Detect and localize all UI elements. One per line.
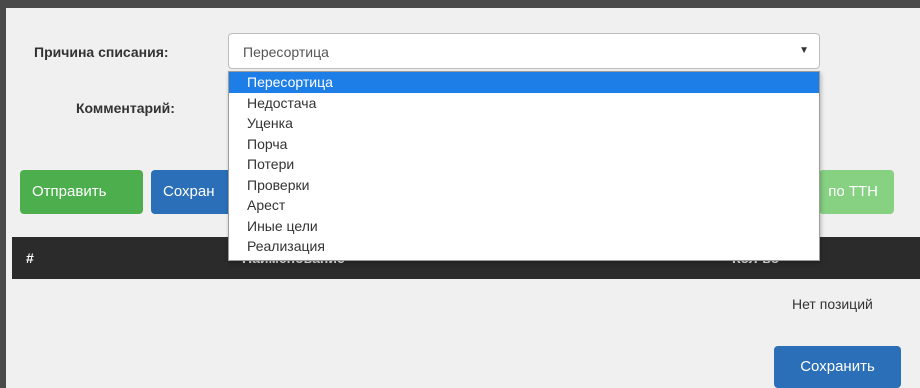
dropdown-option[interactable]: Порча (229, 134, 819, 155)
send-button[interactable]: Отправить (20, 170, 143, 214)
reason-dropdown-list[interactable]: Пересортица Недостача Уценка Порча Потер… (228, 71, 820, 261)
dropdown-option[interactable]: Иные цели (229, 216, 819, 237)
chevron-down-icon: ▼ (799, 45, 809, 56)
dropdown-option[interactable]: Реализация (229, 236, 819, 257)
dropdown-option[interactable]: Пересортица (229, 72, 819, 93)
dropdown-option[interactable]: Потери (229, 154, 819, 175)
reason-select-value: Пересортица (243, 44, 329, 60)
write-off-form-panel: Причина списания: Комментарий: Пересорти… (0, 0, 920, 388)
empty-table-message: Нет позиций (792, 296, 873, 312)
dropdown-option[interactable]: Проверки (229, 175, 819, 196)
dropdown-option[interactable]: Уценка (229, 113, 819, 134)
reason-select[interactable]: Пересортица ▼ (228, 33, 820, 69)
column-header-number: # (26, 250, 34, 266)
save-button[interactable]: Сохран (151, 170, 236, 214)
dropdown-option[interactable]: Арест (229, 195, 819, 216)
dropdown-option[interactable]: Недостача (229, 93, 819, 114)
reason-label: Причина списания: (34, 44, 169, 60)
comment-label: Комментарий: (76, 100, 175, 116)
save-bottom-button[interactable]: Сохранить (774, 346, 901, 388)
by-ttn-button[interactable]: по ТТН (819, 170, 894, 214)
